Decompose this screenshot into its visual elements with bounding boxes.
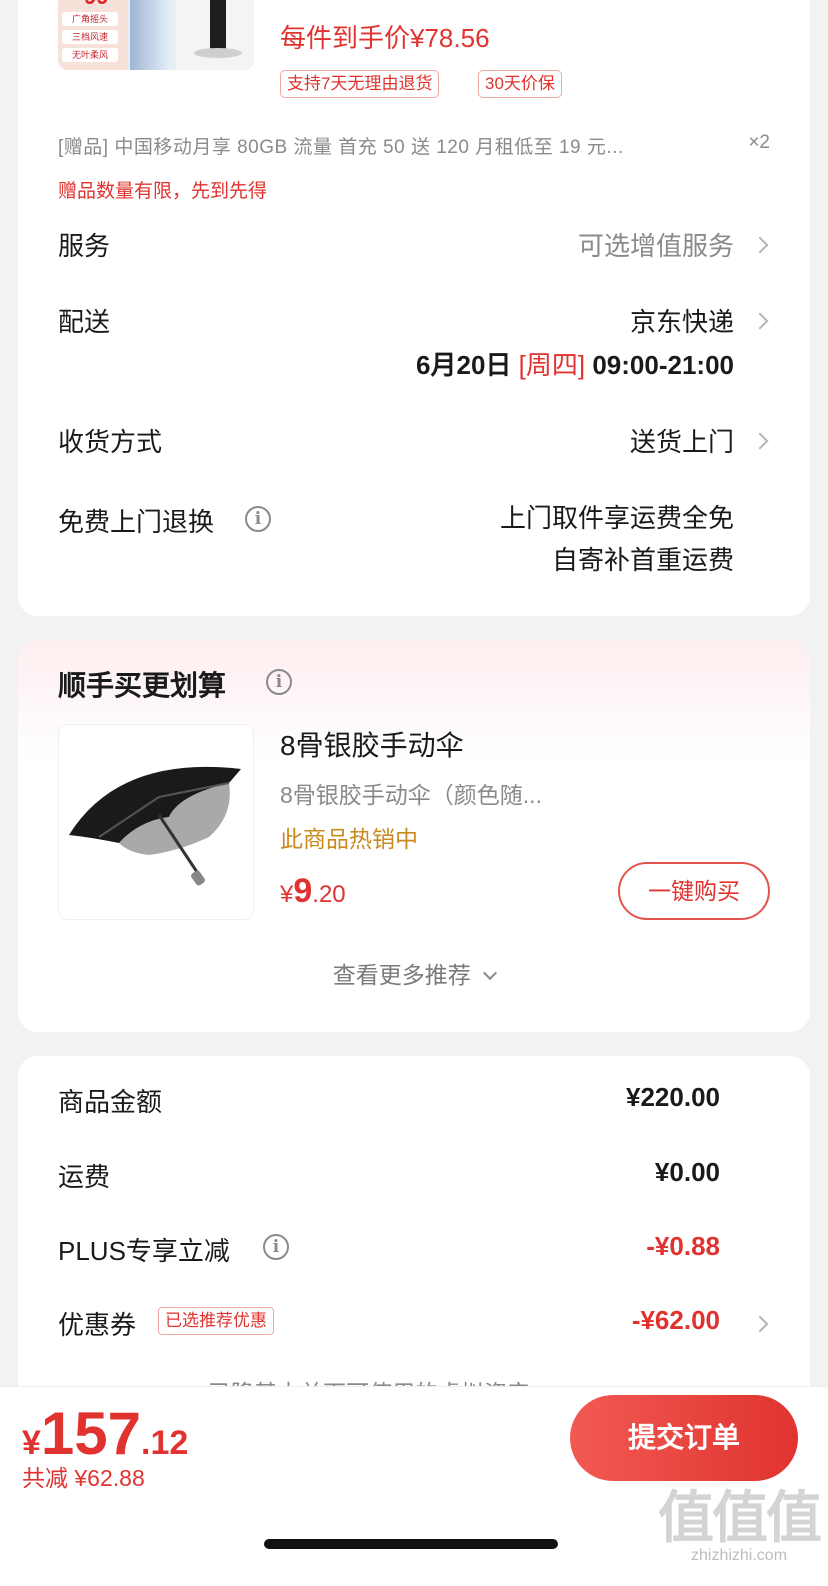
recommend-hot-label: 此商品热销中	[280, 826, 418, 852]
gift-quantity: ×2	[748, 132, 770, 153]
view-more-label: 查看更多推荐	[332, 962, 471, 988]
gift-note: 赠品数量有限，先到先得	[58, 181, 268, 202]
service-value[interactable]: 可选增值服务	[578, 226, 734, 263]
home-indicator[interactable]	[264, 1539, 558, 1549]
chevron-right-icon[interactable]	[751, 432, 769, 450]
delivery-hours: 09:00-21:00	[592, 350, 734, 380]
delivery-time[interactable]: 6月20日 [周四] 09:00-21:00	[416, 345, 734, 382]
order-card: 99 广角摇头 三档风速 无叶柔风 每件到手价¥78.56 支持7天无理由退货 …	[18, 0, 810, 616]
free-return-line1: 上门取件享运费全免	[499, 503, 734, 533]
delivery-value[interactable]: 京东快递	[630, 302, 734, 339]
total-saved[interactable]: 共减 ¥62.88	[22, 1459, 145, 1493]
thumb-tag: 广角摇头	[62, 12, 118, 26]
chevron-right-icon[interactable]	[751, 236, 769, 254]
recommend-title: 顺手买更划算	[58, 670, 227, 701]
goods-amount-label: 商品金额	[58, 1087, 163, 1117]
info-icon[interactable]: i	[263, 1234, 289, 1260]
gift-line[interactable]: [赠品] 中国移动月享 80GB 流量 首充 50 送 120 月租低至 19 …	[58, 132, 624, 159]
total-price: ¥157.12	[22, 1400, 189, 1467]
fan-image	[130, 0, 170, 70]
info-icon[interactable]: i	[245, 506, 271, 532]
plus-discount-label: PLUS专享立减	[58, 1236, 230, 1266]
product-thumbnail[interactable]: 99 广角摇头 三档风速 无叶柔风	[58, 0, 254, 70]
checkout-bar: ¥157.12 共减 ¥62.88 提交订单 值值值 zhizhizhi.com	[0, 1386, 828, 1586]
promo-image: 99 广角摇头 三档风速 无叶柔风	[58, 0, 128, 70]
goods-amount-value: ¥220.00	[626, 1082, 720, 1112]
coupon-tag: 已选推荐优惠	[158, 1307, 274, 1335]
return-badge: 支持7天无理由退货	[280, 70, 440, 98]
receive-method-label: 收货方式	[58, 427, 163, 457]
shipping-value: ¥0.00	[654, 1157, 720, 1187]
delivery-weekday: [周四]	[518, 350, 586, 380]
chevron-right-icon[interactable]	[751, 312, 769, 330]
submit-order-button[interactable]: 提交订单	[570, 1395, 798, 1481]
thumb-price: 99	[84, 0, 108, 10]
chevron-right-icon[interactable]	[751, 1315, 769, 1333]
coupon-label: 优惠券	[58, 1310, 137, 1340]
shipping-label: 运费	[58, 1162, 111, 1192]
recommend-item-desc: 8骨银胶手动伞（颜色随...	[280, 782, 542, 808]
coupon-value[interactable]: -¥62.00	[632, 1305, 720, 1336]
thumb-tag: 无叶柔风	[62, 48, 118, 62]
recommend-item-name[interactable]: 8骨银胶手动伞	[280, 724, 464, 764]
price-summary-card: 商品金额 ¥220.00 运费 ¥0.00 PLUS专享立减 i -¥0.88 …	[18, 1056, 810, 1436]
watermark: 值值值 zhizhizhi.com	[658, 1486, 822, 1565]
recommend-card: 顺手买更划算 i 8骨银胶手动伞 8骨银胶手动伞（颜色随... 此商品热销中 ¥…	[18, 640, 810, 1032]
price-protect-badge: 30天价保	[478, 70, 562, 98]
unit-price: 每件到手价¥78.56	[280, 23, 490, 53]
chevron-down-icon	[483, 965, 498, 981]
service-label: 服务	[58, 231, 111, 261]
tower-fan-image	[176, 0, 254, 70]
watermark-logo: 值值值	[658, 1486, 822, 1549]
receive-method-value[interactable]: 送货上门	[630, 422, 734, 459]
umbrella-image[interactable]	[58, 724, 254, 920]
plus-discount-value: -¥0.88	[646, 1231, 720, 1261]
free-return-label: 免费上门退换	[58, 507, 215, 537]
info-icon[interactable]: i	[266, 669, 292, 695]
recommend-price: ¥9.20	[280, 872, 346, 910]
one-click-buy-button[interactable]: 一键购买	[618, 862, 770, 920]
umbrella-icon	[69, 766, 241, 886]
view-more-recommend[interactable]: 查看更多推荐	[18, 956, 810, 990]
thumb-tag: 三档风速	[62, 30, 118, 44]
free-return-line2: 自寄补首重运费	[551, 545, 734, 575]
watermark-site: zhizhizhi.com	[690, 1547, 788, 1564]
delivery-label: 配送	[58, 307, 111, 337]
delivery-date: 6月20日	[416, 350, 512, 380]
